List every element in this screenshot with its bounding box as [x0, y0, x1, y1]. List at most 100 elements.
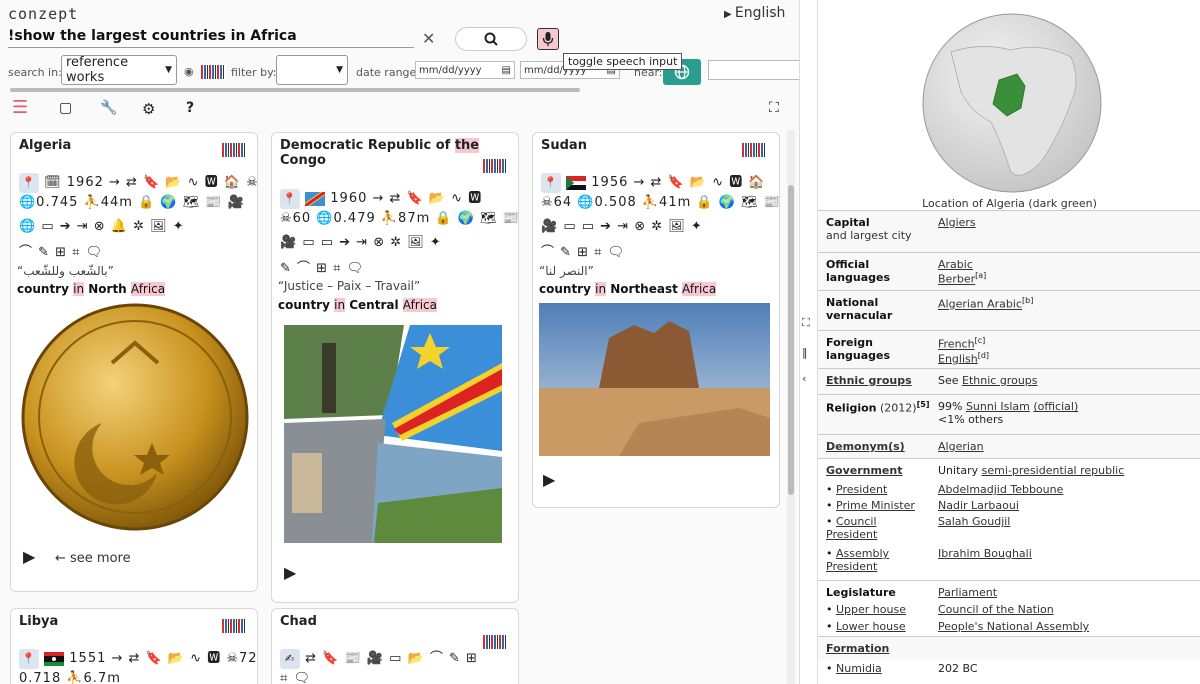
card-timeline[interactable]: ⇄ 🔖 📰 🎥 ▭ 📂 ⌒ ✎ ⊞	[305, 651, 478, 666]
council-president-label[interactable]: Council President	[826, 515, 877, 541]
english-link[interactable]: English	[938, 352, 978, 365]
footnote-b[interactable]: [b]	[1022, 296, 1033, 305]
footnote-a[interactable]: [a]	[975, 271, 986, 280]
card-title[interactable]: Sudan	[541, 138, 587, 153]
footnote-d[interactable]: [d]	[978, 351, 989, 360]
wikidata-barcode-icon[interactable]	[483, 159, 507, 173]
scrollbar-thumb[interactable]	[788, 185, 794, 495]
map-pin-icon[interactable]: 📍	[280, 189, 300, 209]
arabic-link[interactable]: Arabic	[938, 258, 973, 271]
berber-link[interactable]: Berber	[938, 273, 975, 286]
formation-label[interactable]: Formation	[826, 642, 889, 655]
card-icon-row[interactable]: 0.718 ⛹6.7m	[19, 671, 121, 684]
result-card-sudan[interactable]: Sudan 📍 1956 → ⇄ 🔖 📂 ∿ 🆆 🏠 ☠64 🌐0.508 ⛹4…	[532, 132, 780, 508]
near-input[interactable]	[708, 60, 799, 80]
clear-search-icon[interactable]: ✕	[422, 29, 435, 48]
footnote-5[interactable]: [5]	[917, 400, 930, 409]
search-button[interactable]	[455, 27, 527, 51]
wikidata-barcode-icon[interactable]	[742, 143, 766, 157]
algerian-arabic-link[interactable]: Algerian Arabic	[938, 298, 1022, 311]
footnote-c[interactable]: [c]	[975, 336, 986, 345]
card-icon-row[interactable]: ⌗ 🗨	[280, 671, 311, 684]
card-timeline[interactable]: 🗓 1962 → ⇄ 🔖 📂 ∿ 🆆 🏠 ☠76	[44, 175, 257, 190]
wikidata-barcode-icon[interactable]	[483, 635, 507, 649]
lower-house-label[interactable]: Lower house	[836, 620, 906, 633]
result-card-algeria[interactable]: Algeria 📍 🗓 1962 → ⇄ 🔖 📂 ∿ 🆆 🏠 ☠76 🌐0.74…	[10, 132, 258, 592]
result-card-chad[interactable]: Chad ✍ ⇄ 🔖 📰 🎥 ▭ 📂 ⌒ ✎ ⊞ ⌗ 🗨	[271, 608, 519, 684]
card-icon-row[interactable]: 🌐0.745 ⛹44m 🔒 🌍 🗺 📰 🎥	[19, 195, 245, 210]
card-icon-row[interactable]: ☠64 🌐0.508 ⛹41m 🔒 🌍 🗺 📰	[541, 195, 779, 210]
result-card-libya[interactable]: Libya 📍 1551 → ⇄ 🔖 📂 ∿ 🆆 ☠72 0.718 ⛹6.7m	[10, 608, 258, 684]
demonym-label[interactable]: Demonym(s)	[826, 440, 905, 453]
parliament-link[interactable]: Parliament	[938, 586, 997, 599]
card-title[interactable]: Chad	[280, 614, 317, 629]
drag-handle-icon[interactable]: ‖	[802, 346, 808, 359]
card-icon-row[interactable]: 📍 1956 → ⇄ 🔖 📂 ∿ 🆆 🏠	[541, 171, 766, 193]
search-input[interactable]: !show the largest countries in Africa	[8, 28, 414, 48]
see-more-link[interactable]: ← see more	[55, 551, 131, 566]
capital-link[interactable]: Algiers	[938, 216, 976, 229]
algerian-link[interactable]: Algerian	[938, 440, 984, 453]
map-pin-icon[interactable]: 📍	[19, 173, 39, 193]
official-link[interactable]: (official)	[1033, 400, 1078, 413]
card-icon-row[interactable]: 🌐 ▭ ➔ ⇥ ⊗ 🔔 ✲ 🖼 ✦	[19, 219, 185, 234]
menu-icon[interactable]: ☰	[12, 97, 28, 118]
card-timeline[interactable]: 1960 → ⇄ 🔖 📂 ∿ 🆆	[330, 191, 482, 206]
fullscreen-small-icon[interactable]: ⛶	[802, 316, 810, 330]
french-link[interactable]: French	[938, 338, 975, 351]
card-icon-row[interactable]: 🎥 ▭ ▭ ➔ ⇥ ⊗ ✲ 🖼 ✦	[541, 219, 703, 234]
globe-small-icon[interactable]: ◉	[184, 65, 194, 78]
card-icon-row[interactable]: 🎥 ▭ ▭ ➔ ⇥ ⊗ ✲ 🖼 ✦	[280, 235, 442, 250]
algeria-globe-map[interactable]	[921, 12, 1103, 194]
filter-by-select[interactable]: ▼	[276, 55, 348, 85]
help-icon[interactable]: ?	[186, 100, 194, 116]
card-icon-row[interactable]: ✎ ⌒ ⊞ ⌗ 🗨	[280, 257, 364, 276]
card-icon-row[interactable]: 📍 1960 → ⇄ 🔖 📂 ∿ 🆆	[280, 187, 482, 209]
card-title[interactable]: Algeria	[19, 138, 71, 153]
card-timeline[interactable]: 1956 → ⇄ 🔖 📂 ∿ 🆆 🏠	[591, 175, 765, 190]
card-icon-row[interactable]: ⌒ ✎ ⊞ ⌗ 🗨	[19, 241, 103, 260]
country-collage-image[interactable]	[282, 323, 504, 545]
search-in-select[interactable]: reference works ▼	[61, 55, 177, 85]
speech-input-button[interactable]	[537, 28, 559, 50]
assembly-president-label[interactable]: Assembly President	[826, 547, 889, 573]
card-title[interactable]: Libya	[19, 614, 58, 629]
upper-house-label[interactable]: Upper house	[836, 603, 906, 616]
president-label[interactable]: President	[836, 483, 887, 496]
card-icon-row[interactable]: ☠60 🌐0.479 ⛹87m 🔒 🌍 🗺 📰	[280, 211, 518, 226]
result-card-drc[interactable]: Democratic Republic of the Congo 📍 1960 …	[271, 132, 519, 603]
card-icon-row[interactable]: ⌒ ✎ ⊞ ⌗ 🗨	[541, 241, 625, 260]
council-president-link[interactable]: Salah Goudjil	[938, 515, 1010, 528]
semi-presidential-link[interactable]: semi-presidential republic	[982, 464, 1125, 477]
fullscreen-icon[interactable]: ⛶	[769, 100, 779, 116]
government-label[interactable]: Government	[826, 464, 902, 477]
bookmark-icon[interactable]: ▢	[59, 100, 72, 116]
prime-minister-link[interactable]: Nadir Larbaoui	[938, 499, 1019, 512]
language-selector[interactable]: ▶ English	[724, 5, 785, 21]
card-icon-row[interactable]: 📍 1551 → ⇄ 🔖 📂 ∿ 🆆 ☠72	[19, 647, 257, 669]
wikidata-barcode-icon[interactable]	[222, 143, 246, 157]
ethnic-groups-label[interactable]: Ethnic groups	[826, 374, 912, 387]
wikidata-barcode-icon[interactable]	[201, 65, 225, 79]
play-icon[interactable]: ▶	[284, 563, 296, 582]
wrench-icon[interactable]: 🔧	[100, 100, 117, 116]
prime-minister-label[interactable]: Prime Minister	[836, 499, 915, 512]
sunni-islam-link[interactable]: Sunni Islam	[966, 400, 1030, 413]
national-assembly-link[interactable]: People's National Assembly	[938, 620, 1089, 633]
council-of-nation-link[interactable]: Council of the Nation	[938, 603, 1054, 616]
card-icon-row[interactable]: ✍ ⇄ 🔖 📰 🎥 ▭ 📂 ⌒ ✎ ⊞	[280, 647, 478, 669]
play-icon[interactable]: ▶	[543, 470, 555, 489]
app-brand[interactable]: conzept	[8, 5, 78, 23]
card-icon-row[interactable]: 📍 🗓 1962 → ⇄ 🔖 📂 ∿ 🆆 🏠 ☠76	[19, 171, 257, 193]
assembly-president-link[interactable]: Ibrahim Boughali	[938, 547, 1032, 560]
play-icon[interactable]: ▶	[23, 547, 35, 566]
signature-icon[interactable]: ✍	[280, 649, 300, 669]
pane-divider[interactable]: ⛶ ‖ ‹	[800, 0, 816, 684]
ethnic-groups-link[interactable]: Ethnic groups	[962, 374, 1038, 387]
numidia-label[interactable]: Numidia	[836, 662, 882, 675]
wikidata-barcode-icon[interactable]	[222, 619, 246, 633]
map-pin-icon[interactable]: 📍	[541, 173, 561, 193]
card-timeline[interactable]: 1551 → ⇄ 🔖 📂 ∿ 🆆 ☠72	[69, 651, 257, 666]
gear-icon[interactable]: ⚙	[142, 100, 155, 118]
coin-image[interactable]	[17, 303, 253, 531]
